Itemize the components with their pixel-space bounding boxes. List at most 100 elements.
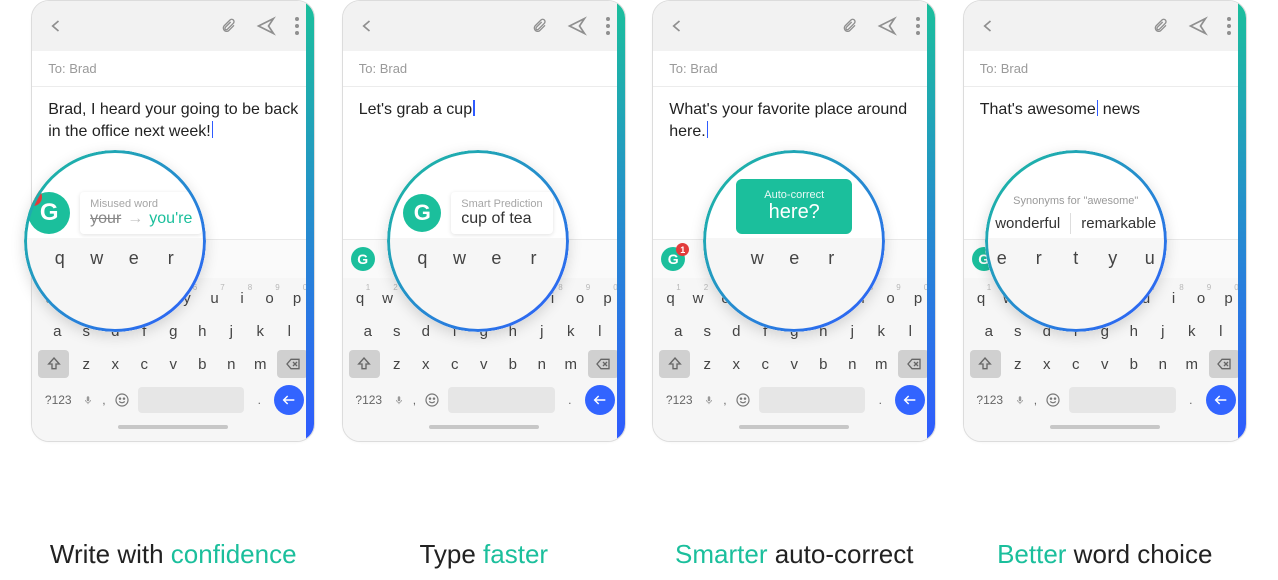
more-icon[interactable]	[915, 16, 921, 36]
key-q[interactable]: q1	[659, 284, 682, 312]
key-b[interactable]: b	[501, 350, 525, 378]
key-v[interactable]: v	[161, 350, 185, 378]
key-u[interactable]: u7	[203, 284, 226, 312]
key-v[interactable]: v	[1093, 350, 1117, 378]
send-icon[interactable]	[1188, 16, 1208, 36]
spacebar[interactable]	[1069, 387, 1176, 413]
numbers-key[interactable]: ?123	[663, 385, 695, 415]
backspace-key[interactable]	[898, 350, 929, 378]
key-x[interactable]: x	[103, 350, 127, 378]
emoji-key[interactable]	[733, 385, 753, 415]
recipient-field[interactable]: To: Brad	[32, 51, 314, 87]
key-o[interactable]: o9	[1190, 284, 1213, 312]
numbers-key[interactable]: ?123	[42, 385, 74, 415]
spacebar[interactable]	[138, 387, 245, 413]
autocorrect-pill[interactable]: Auto-correct here?	[736, 179, 852, 234]
key-m[interactable]: m	[559, 350, 583, 378]
key-m[interactable]: m	[869, 350, 893, 378]
correction-card[interactable]: Misused word your → you're	[80, 192, 202, 234]
numbers-key[interactable]: ?123	[353, 385, 385, 415]
attach-icon[interactable]	[1150, 18, 1170, 34]
period-key[interactable]: .	[1182, 385, 1200, 415]
key-i[interactable]: i8	[231, 284, 254, 312]
key-p[interactable]: p0	[907, 284, 930, 312]
key-c[interactable]: c	[1064, 350, 1088, 378]
shift-key[interactable]	[349, 350, 380, 378]
prediction-card[interactable]: Smart Prediction cup of tea	[451, 192, 552, 234]
grammarly-toggle[interactable]: G1	[661, 247, 685, 271]
key-q[interactable]: q1	[349, 284, 372, 312]
key-b[interactable]: b	[811, 350, 835, 378]
key-a[interactable]: a	[666, 317, 690, 345]
backspace-key[interactable]	[1209, 350, 1240, 378]
period-key[interactable]: .	[871, 385, 889, 415]
key-b[interactable]: b	[190, 350, 214, 378]
key-l[interactable]: l	[588, 317, 612, 345]
attach-icon[interactable]	[839, 18, 859, 34]
shift-key[interactable]	[38, 350, 69, 378]
key-z[interactable]: z	[74, 350, 98, 378]
shift-key[interactable]	[970, 350, 1001, 378]
send-icon[interactable]	[256, 16, 276, 36]
key-b[interactable]: b	[1122, 350, 1146, 378]
key-v[interactable]: v	[782, 350, 806, 378]
enter-key[interactable]	[585, 385, 615, 415]
key-n[interactable]: n	[219, 350, 243, 378]
shift-key[interactable]	[659, 350, 690, 378]
key-l[interactable]: l	[277, 317, 301, 345]
key-c[interactable]: c	[443, 350, 467, 378]
period-key[interactable]: .	[250, 385, 268, 415]
back-icon[interactable]	[667, 16, 687, 36]
backspace-key[interactable]	[277, 350, 308, 378]
mic-key[interactable]	[80, 385, 96, 415]
comma-key[interactable]: ,	[723, 385, 726, 415]
spacebar[interactable]	[759, 387, 866, 413]
key-p[interactable]: p0	[286, 284, 309, 312]
more-icon[interactable]	[605, 16, 611, 36]
key-x[interactable]: x	[724, 350, 748, 378]
back-icon[interactable]	[978, 16, 998, 36]
key-m[interactable]: m	[248, 350, 272, 378]
back-icon[interactable]	[46, 16, 66, 36]
spacebar[interactable]	[448, 387, 555, 413]
key-x[interactable]: x	[1035, 350, 1059, 378]
enter-key[interactable]	[1206, 385, 1236, 415]
mic-key[interactable]	[701, 385, 717, 415]
synonym-option[interactable]: wonderful	[985, 213, 1070, 234]
emoji-key[interactable]	[112, 385, 132, 415]
key-k[interactable]: k	[1180, 317, 1204, 345]
key-j[interactable]: j	[219, 317, 243, 345]
grammarly-icon[interactable]: G	[403, 194, 441, 232]
backspace-key[interactable]	[588, 350, 619, 378]
key-c[interactable]: c	[132, 350, 156, 378]
mic-key[interactable]	[1012, 385, 1028, 415]
enter-key[interactable]	[274, 385, 304, 415]
key-z[interactable]: z	[695, 350, 719, 378]
key-z[interactable]: z	[1006, 350, 1030, 378]
attach-icon[interactable]	[529, 18, 549, 34]
key-c[interactable]: c	[753, 350, 777, 378]
mic-key[interactable]	[391, 385, 407, 415]
key-v[interactable]: v	[472, 350, 496, 378]
grammarly-toggle[interactable]: G	[351, 247, 375, 271]
recipient-field[interactable]: To: Brad	[964, 51, 1246, 87]
key-p[interactable]: p0	[1217, 284, 1240, 312]
key-n[interactable]: n	[530, 350, 554, 378]
comma-key[interactable]: ,	[413, 385, 416, 415]
more-icon[interactable]	[1226, 16, 1232, 36]
enter-key[interactable]	[895, 385, 925, 415]
key-p[interactable]: p0	[596, 284, 619, 312]
emoji-key[interactable]	[1043, 385, 1063, 415]
comma-key[interactable]: ,	[1034, 385, 1037, 415]
key-n[interactable]: n	[1151, 350, 1175, 378]
key-l[interactable]: l	[898, 317, 922, 345]
key-l[interactable]: l	[1209, 317, 1233, 345]
emoji-key[interactable]	[422, 385, 442, 415]
key-k[interactable]: k	[248, 317, 272, 345]
synonym-option[interactable]: remarkable	[1071, 213, 1166, 234]
key-o[interactable]: o9	[569, 284, 592, 312]
recipient-field[interactable]: To: Brad	[653, 51, 935, 87]
numbers-key[interactable]: ?123	[974, 385, 1006, 415]
period-key[interactable]: .	[561, 385, 579, 415]
key-z[interactable]: z	[385, 350, 409, 378]
